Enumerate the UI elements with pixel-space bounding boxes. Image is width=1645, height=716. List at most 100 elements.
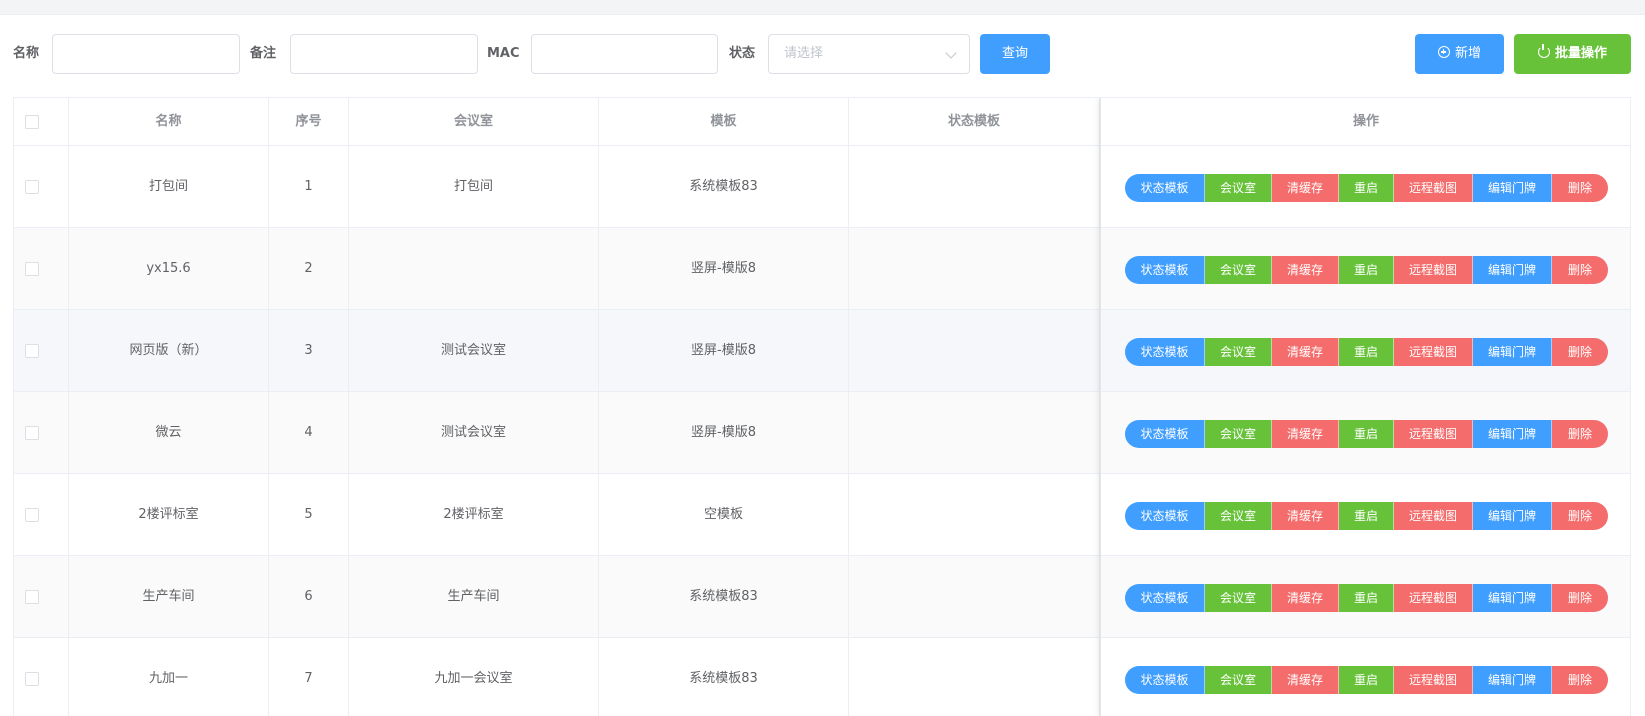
action-status-template-button[interactable]: 状态模板 [1125, 338, 1205, 366]
table-row: yx15.6 2 竖屏-模版8 状态模板 会议室 清缓存 重启 远程截图 编辑门牌 删除 [14, 228, 1630, 310]
action-restart-button[interactable]: 重启 [1339, 256, 1394, 284]
row-checkbox[interactable] [25, 180, 39, 194]
action-remote-screenshot-button[interactable]: 远程截图 [1394, 584, 1473, 612]
cell-seq: 4 [269, 392, 349, 474]
action-clear-cache-button[interactable]: 清缓存 [1272, 666, 1339, 694]
chevron-down-icon [945, 47, 957, 59]
cell-template: 竖屏-模版8 [599, 228, 849, 310]
action-remote-screenshot-button[interactable]: 远程截图 [1394, 666, 1473, 694]
action-edit-doorplate-button[interactable]: 编辑门牌 [1473, 256, 1552, 284]
cell-name: 打包间 [69, 146, 269, 228]
remark-input[interactable] [290, 34, 478, 74]
cell-room: 测试会议室 [349, 310, 599, 392]
action-edit-doorplate-button[interactable]: 编辑门牌 [1473, 420, 1552, 448]
action-meeting-room-button[interactable]: 会议室 [1205, 666, 1272, 694]
remark-label: 备注 [250, 46, 277, 61]
action-delete-button[interactable]: 删除 [1552, 502, 1608, 530]
filter-bar: 名称 备注 MAC 状态 请选择 查询 新增 批量操作 [0, 34, 1645, 74]
action-clear-cache-button[interactable]: 清缓存 [1272, 420, 1339, 448]
action-meeting-room-button[interactable]: 会议室 [1205, 174, 1272, 202]
top-strip [0, 0, 1645, 15]
action-delete-button[interactable]: 删除 [1552, 338, 1608, 366]
action-status-template-button[interactable]: 状态模板 [1125, 420, 1205, 448]
row-checkbox[interactable] [25, 508, 39, 522]
action-delete-button[interactable]: 删除 [1552, 420, 1608, 448]
action-remote-screenshot-button[interactable]: 远程截图 [1394, 502, 1473, 530]
mac-input[interactable] [531, 34, 718, 74]
query-button[interactable]: 查询 [980, 34, 1050, 74]
action-meeting-room-button[interactable]: 会议室 [1205, 338, 1272, 366]
action-restart-button[interactable]: 重启 [1339, 174, 1394, 202]
action-clear-cache-button[interactable]: 清缓存 [1272, 174, 1339, 202]
action-status-template-button[interactable]: 状态模板 [1125, 502, 1205, 530]
row-checkbox[interactable] [25, 262, 39, 276]
row-actions: 状态模板 会议室 清缓存 重启 远程截图 编辑门牌 删除 [1125, 666, 1608, 694]
cell-template: 系统模板83 [599, 638, 849, 716]
name-label: 名称 [13, 46, 40, 61]
row-select-cell [14, 228, 69, 310]
status-placeholder: 请选择 [784, 46, 824, 61]
table-row: 九加一 7 九加一会议室 系统模板83 状态模板 会议室 清缓存 重启 远程截图 编辑门牌 删除 [14, 638, 1630, 716]
action-clear-cache-button[interactable]: 清缓存 [1272, 584, 1339, 612]
row-select-cell [14, 310, 69, 392]
action-edit-doorplate-button[interactable]: 编辑门牌 [1473, 174, 1552, 202]
cell-status-template [849, 228, 1100, 310]
action-delete-button[interactable]: 删除 [1552, 584, 1608, 612]
action-clear-cache-button[interactable]: 清缓存 [1272, 256, 1339, 284]
status-select[interactable]: 请选择 [768, 34, 970, 74]
action-status-template-button[interactable]: 状态模板 [1125, 666, 1205, 694]
row-actions: 状态模板 会议室 清缓存 重启 远程截图 编辑门牌 删除 [1125, 420, 1608, 448]
action-restart-button[interactable]: 重启 [1339, 584, 1394, 612]
action-delete-button[interactable]: 删除 [1552, 174, 1608, 202]
table-row: 2楼评标室 5 2楼评标室 空模板 状态模板 会议室 清缓存 重启 远程截图 编辑门牌 删除 [14, 474, 1630, 556]
action-status-template-button[interactable]: 状态模板 [1125, 256, 1205, 284]
cell-seq: 5 [269, 474, 349, 556]
row-checkbox[interactable] [25, 426, 39, 440]
cell-name: 微云 [69, 392, 269, 474]
action-edit-doorplate-button[interactable]: 编辑门牌 [1473, 584, 1552, 612]
action-remote-screenshot-button[interactable]: 远程截图 [1394, 338, 1473, 366]
action-meeting-room-button[interactable]: 会议室 [1205, 502, 1272, 530]
action-clear-cache-button[interactable]: 清缓存 [1272, 502, 1339, 530]
table-row: 打包间 1 打包间 系统模板83 状态模板 会议室 清缓存 重启 远程截图 编辑门牌 删除 [14, 146, 1630, 228]
action-remote-screenshot-button[interactable]: 远程截图 [1394, 256, 1473, 284]
batch-operation-button[interactable]: 批量操作 [1514, 34, 1631, 74]
action-remote-screenshot-button[interactable]: 远程截图 [1394, 420, 1473, 448]
action-clear-cache-button[interactable]: 清缓存 [1272, 338, 1339, 366]
row-select-cell [14, 392, 69, 474]
header-template: 模板 [599, 98, 849, 146]
action-delete-button[interactable]: 删除 [1552, 666, 1608, 694]
add-button[interactable]: 新增 [1415, 34, 1504, 74]
action-delete-button[interactable]: 删除 [1552, 256, 1608, 284]
action-status-template-button[interactable]: 状态模板 [1125, 174, 1205, 202]
row-actions: 状态模板 会议室 清缓存 重启 远程截图 编辑门牌 删除 [1125, 502, 1608, 530]
table-row: 网页版（新） 3 测试会议室 竖屏-模版8 状态模板 会议室 清缓存 重启 远程截图 编辑门牌 删除 [14, 310, 1630, 392]
cell-name: yx15.6 [69, 228, 269, 310]
cell-status-template [849, 556, 1100, 638]
power-icon [1537, 44, 1550, 58]
cell-name: 九加一 [69, 638, 269, 716]
action-meeting-room-button[interactable]: 会议室 [1205, 420, 1272, 448]
action-meeting-room-button[interactable]: 会议室 [1205, 584, 1272, 612]
action-status-template-button[interactable]: 状态模板 [1125, 584, 1205, 612]
cell-name: 2楼评标室 [69, 474, 269, 556]
header-select-cell [14, 98, 69, 146]
action-remote-screenshot-button[interactable]: 远程截图 [1394, 174, 1473, 202]
select-all-checkbox[interactable] [25, 115, 39, 129]
cell-template: 系统模板83 [599, 556, 849, 638]
cell-seq: 1 [269, 146, 349, 228]
action-edit-doorplate-button[interactable]: 编辑门牌 [1473, 338, 1552, 366]
action-edit-doorplate-button[interactable]: 编辑门牌 [1473, 502, 1552, 530]
action-meeting-room-button[interactable]: 会议室 [1205, 256, 1272, 284]
action-restart-button[interactable]: 重启 [1339, 420, 1394, 448]
cell-room: 生产车间 [349, 556, 599, 638]
cell-status-template [849, 146, 1100, 228]
action-restart-button[interactable]: 重启 [1339, 338, 1394, 366]
action-edit-doorplate-button[interactable]: 编辑门牌 [1473, 666, 1552, 694]
action-restart-button[interactable]: 重启 [1339, 666, 1394, 694]
row-checkbox[interactable] [25, 344, 39, 358]
row-checkbox[interactable] [25, 590, 39, 604]
name-input[interactable] [52, 34, 240, 74]
row-checkbox[interactable] [25, 672, 39, 686]
action-restart-button[interactable]: 重启 [1339, 502, 1394, 530]
